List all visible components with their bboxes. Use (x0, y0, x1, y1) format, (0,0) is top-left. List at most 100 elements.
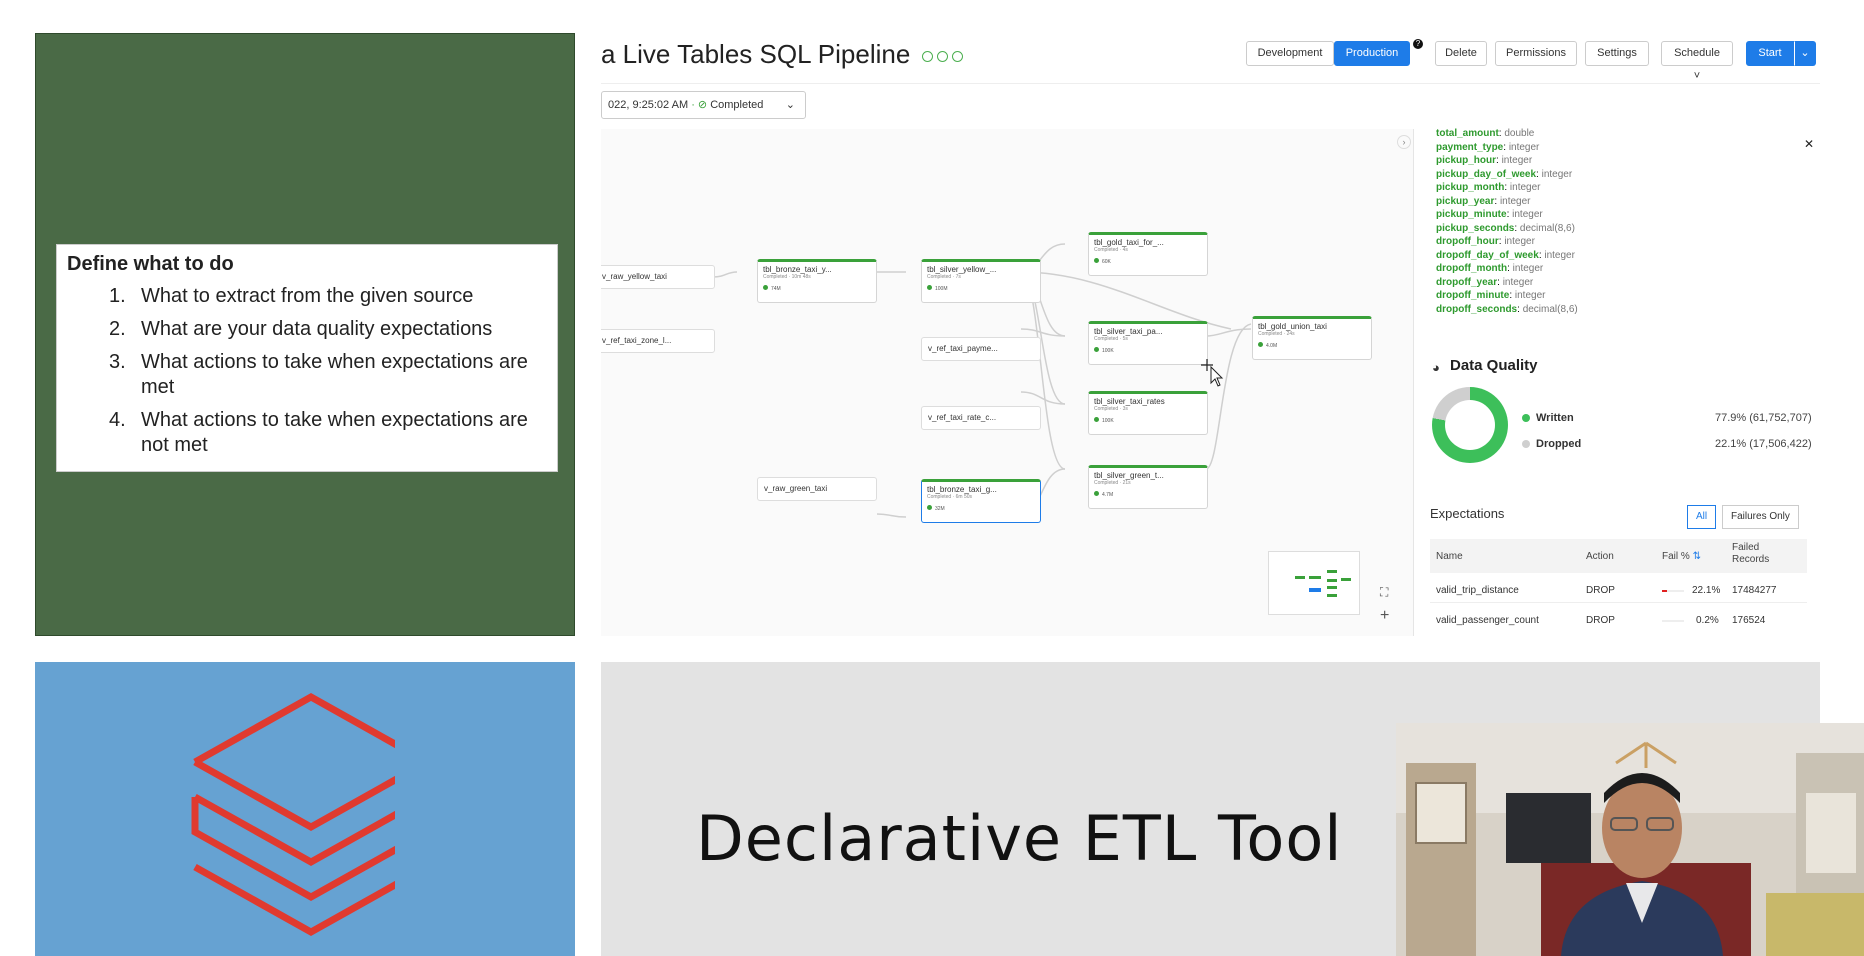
minimap-graphic (1295, 570, 1351, 597)
schema-field-name: dropoff_month (1436, 263, 1508, 274)
view-node[interactable]: v_raw_green_taxi (757, 477, 877, 501)
node-status: Completed · 3s (1094, 406, 1128, 412)
delete-button[interactable]: Delete (1435, 41, 1487, 66)
node-status: Completed · 6m 50s (927, 494, 973, 500)
node-name: tbl_bronze_taxi_g... (927, 485, 997, 494)
production-button[interactable]: Production (1334, 41, 1410, 66)
zoom-in-icon[interactable]: + (1380, 607, 1389, 625)
node-status: Completed · 5s (1094, 336, 1128, 342)
table-node[interactable]: tbl_silver_taxi_pa... Completed · 5s 100K (1088, 321, 1208, 365)
node-name: tbl_bronze_taxi_y... (763, 265, 832, 274)
close-icon[interactable]: ✕ (1804, 137, 1814, 151)
list-number: 4. (109, 409, 126, 431)
list-item: 4. What actions to take when expectations… (109, 408, 547, 458)
view-node[interactable]: v_ref_taxi_zone_l... (601, 329, 715, 353)
schedule-button[interactable]: Schedule ˅ (1661, 41, 1733, 82)
view-node[interactable]: v_raw_yellow_taxi (601, 265, 715, 289)
list-text: What to extract from the given source (141, 285, 474, 307)
divider (601, 83, 1820, 84)
development-button[interactable]: Development (1246, 41, 1334, 66)
node-meta: 4.7M (1094, 491, 1202, 498)
permissions-button[interactable]: Permissions (1495, 41, 1577, 66)
node-meta: 74M (763, 285, 871, 292)
fullscreen-icon[interactable]: ⛶ (1380, 585, 1388, 600)
schedule-label: Schedule (1674, 47, 1720, 59)
table-node[interactable]: tbl_gold_taxi_for_... Completed · 4s 60K (1088, 232, 1208, 276)
legend-label: Written (1536, 412, 1574, 424)
node-count: 4.0M (1266, 343, 1278, 349)
schema-field-type: integer (1501, 155, 1533, 166)
schema-field-name: dropoff_minute (1436, 290, 1510, 301)
list-text: What actions to take when expectations a… (141, 351, 528, 398)
header-failed-records: Failed Records (1732, 542, 1770, 565)
cell-name: valid_trip_distance (1436, 585, 1519, 596)
node-count: 100M (935, 286, 948, 292)
tab-all[interactable]: All (1687, 505, 1717, 529)
zoom-out-icon[interactable]: − (1382, 629, 1391, 636)
schema-field-type: integer (1514, 290, 1546, 301)
node-meta: 100K (1094, 347, 1202, 354)
table-node[interactable]: tbl_silver_yellow_... Completed · 7s 100M (921, 259, 1041, 303)
table-node[interactable]: tbl_silver_taxi_rates Completed · 3s 100K (1088, 391, 1208, 435)
help-icon[interactable]: ? (1413, 39, 1423, 49)
header-fail[interactable]: Fail % ⇅ (1662, 551, 1701, 562)
view-node[interactable]: v_ref_taxi_payme... (921, 337, 1041, 361)
node-meta: 4.0M (1258, 342, 1366, 349)
schema-field-name: pickup_year (1436, 195, 1495, 207)
table-node[interactable]: tbl_bronze_taxi_y... Completed · 10m 48s 7… (757, 259, 877, 303)
list-number: 1. (109, 285, 126, 307)
run-selector[interactable]: 022, 9:25:02 AM · ⊘ Completed ⌄ (601, 91, 806, 119)
table-node[interactable]: tbl_gold_union_taxi Completed · 24s 4.0M (1252, 316, 1372, 360)
header-action: Action (1586, 551, 1614, 562)
start-dropdown-button[interactable]: ⌄ (1794, 41, 1816, 66)
schema-row: payment_type: integer (1436, 141, 1540, 153)
chevron-right-icon[interactable]: › (1397, 135, 1411, 149)
node-name: tbl_silver_taxi_rates (1094, 397, 1165, 406)
status-dot-icon (927, 505, 932, 510)
pipeline-graph[interactable]: v_raw_yellow_taxi v_ref_taxi_zone_l... v… (601, 129, 1413, 636)
define-title: Define what to do (67, 253, 234, 275)
node-meta: 60K (1094, 258, 1202, 265)
node-name: tbl_gold_taxi_for_... (1094, 238, 1164, 247)
fail-bar (1662, 620, 1684, 622)
schema-field-name: pickup_month (1436, 182, 1505, 193)
node-name: tbl_silver_yellow_... (927, 265, 997, 274)
node-status: Completed · 10m 48s (763, 274, 811, 280)
presenter-webcam (1396, 723, 1864, 956)
table-row[interactable]: valid_passenger_count DROP 0.2% 176524 (1430, 607, 1807, 633)
schema-field-type: integer (1541, 168, 1573, 180)
brand-panel (35, 662, 575, 956)
tab-failures-only[interactable]: Failures Only (1722, 505, 1799, 529)
node-count: 100K (1102, 418, 1114, 424)
table-row[interactable]: valid_trip_distance DROP 22.1% 17484277 (1430, 577, 1807, 603)
expectations-title: Expectations (1430, 506, 1505, 521)
list-text: What are your data quality expectations (141, 318, 493, 340)
schema-row: dropoff_hour: integer (1436, 236, 1535, 247)
define-list: 1. What to extract from the given source … (67, 284, 547, 458)
settings-button[interactable]: Settings (1585, 41, 1649, 66)
schema-row: dropoff_day_of_week: integer (1436, 249, 1575, 261)
schema-field-name: dropoff_day_of_week (1436, 249, 1539, 261)
schema-list: total_amount: double payment_type: intege… (1436, 127, 1578, 316)
minimap[interactable] (1268, 551, 1360, 615)
schema-row: pickup_day_of_week: integer (1436, 168, 1573, 180)
start-button[interactable]: Start (1746, 41, 1794, 66)
schema-field-name: pickup_minute (1436, 209, 1507, 220)
schema-field-type: integer (1509, 182, 1541, 193)
check-circle-icon: · ⊘ (691, 99, 711, 111)
node-count: 100K (1102, 348, 1114, 354)
node-status: Completed · 7s (927, 274, 961, 280)
status-dot-icon (763, 285, 768, 290)
cell-name: valid_passenger_count (1436, 615, 1539, 626)
status-dot-icon (1258, 342, 1263, 347)
move-cursor-icon (1201, 359, 1224, 387)
details-pane: ✕ total_amount: double payment_type: inte… (1413, 127, 1820, 636)
node-name: tbl_gold_union_taxi (1258, 322, 1327, 331)
schema-field-name: dropoff_seconds (1436, 303, 1518, 315)
presenter-video-image (1396, 723, 1864, 956)
table-node-selected[interactable]: tbl_bronze_taxi_g... Completed · 6m 50s 32… (921, 479, 1041, 523)
table-node[interactable]: tbl_silver_green_t... Completed · 21s 4.7M (1088, 465, 1208, 509)
sort-icon: ⇅ (1689, 551, 1701, 562)
view-node[interactable]: v_ref_taxi_rate_c... (921, 406, 1041, 430)
node-status: Completed · 21s (1094, 480, 1131, 486)
